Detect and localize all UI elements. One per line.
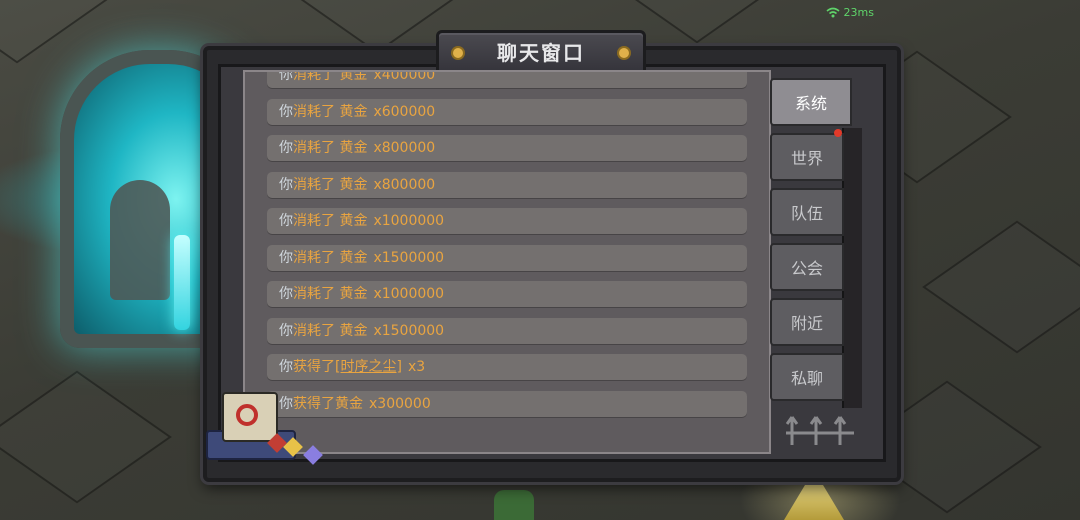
message-action: 消耗了 黄金 xyxy=(293,213,368,229)
statue xyxy=(110,180,170,300)
tab-label: 系统 xyxy=(794,94,827,113)
tab-channel[interactable]: 系统 xyxy=(770,78,852,126)
window-title: 聊天窗口 xyxy=(497,41,585,65)
tab-channel[interactable]: 私聊 xyxy=(770,353,844,401)
gold-dot-icon xyxy=(619,48,629,58)
message-quantity: x1500000 xyxy=(373,249,445,266)
item-link[interactable]: [时序之尘] xyxy=(335,359,402,375)
message-subject: 你 xyxy=(279,103,293,120)
tab-channel[interactable]: 队伍 xyxy=(770,188,844,236)
message-subject: 你 xyxy=(279,140,293,156)
chat-message: 你消耗了 黄金 x800000 xyxy=(267,135,747,161)
message-action: 消耗了 黄金 xyxy=(293,249,368,266)
tab-label: 私聊 xyxy=(790,369,823,388)
message-action: 消耗了 黄金 xyxy=(293,322,368,339)
emblem xyxy=(236,404,258,426)
message-action: 消耗了 黄金 xyxy=(293,70,368,83)
message-quantity: x800000 xyxy=(373,176,436,193)
message-action: 获得了 xyxy=(293,359,335,375)
message-subject: 你 xyxy=(279,286,293,302)
message-action: 消耗了 黄金 xyxy=(293,140,368,156)
message-quantity: x3 xyxy=(407,359,426,375)
tab-rail xyxy=(842,128,862,408)
chat-message: 你消耗了 黄金 x400000 xyxy=(267,70,747,88)
tab-channel[interactable]: 附近 xyxy=(770,298,844,346)
tab-label: 队伍 xyxy=(790,204,823,223)
chat-message: 你消耗了 黄金 x1000000 xyxy=(267,281,747,307)
tab-channel[interactable]: 公会 xyxy=(770,243,844,291)
message-quantity: x600000 xyxy=(373,103,436,120)
tab-label: 世界 xyxy=(790,149,823,168)
notification-dot-icon xyxy=(834,129,842,137)
message-quantity: x400000 xyxy=(373,70,436,83)
chat-message: 你消耗了 黄金 x600000 xyxy=(267,98,747,125)
message-subject: 你 xyxy=(279,322,293,339)
message-subject: 你 xyxy=(279,176,293,193)
chat-message: 你消耗了 黄金 x1000000 xyxy=(267,208,747,234)
tab-channel[interactable]: 世界 xyxy=(770,129,844,181)
chat-message: 你消耗了 黄金 x800000 xyxy=(267,171,747,198)
message-subject: 你 xyxy=(279,249,293,266)
message-list: 你消耗了 黄金 x400000 你消耗了 黄金 x600000 你消耗了 黄金 x8000… xyxy=(245,70,769,427)
ping-value: 23ms xyxy=(843,6,874,19)
message-action: 消耗了 黄金 xyxy=(293,176,368,193)
floor-tile xyxy=(0,370,172,504)
tab-label: 公会 xyxy=(790,259,823,278)
chat-message: 你获得了黄金 x300000 xyxy=(267,390,747,417)
message-panel[interactable]: 你消耗了 黄金 x400000 你消耗了 黄金 x600000 你消耗了 黄金 x8000… xyxy=(243,70,771,454)
chat-message: 你消耗了 黄金 x1500000 xyxy=(267,244,747,271)
tab-label: 附近 xyxy=(790,314,823,333)
floor-tile xyxy=(922,220,1080,354)
crystal xyxy=(174,235,190,330)
message-quantity: x1500000 xyxy=(373,322,445,339)
message-quantity: x300000 xyxy=(369,395,431,412)
message-subject: 你 xyxy=(279,213,293,229)
arrows-icon xyxy=(785,405,856,449)
chat-message: 你获得了[时序之尘] x3 xyxy=(267,354,747,380)
message-quantity: x800000 xyxy=(373,140,436,156)
chat-message: 你消耗了 黄金 x1500000 xyxy=(267,317,747,344)
plant xyxy=(494,490,534,520)
message-subject: 你 xyxy=(279,359,293,375)
message-quantity: x1000000 xyxy=(373,286,445,302)
floor-tile xyxy=(0,0,112,64)
message-action: 获得了黄金 xyxy=(293,395,363,412)
message-action: 消耗了 黄金 xyxy=(293,103,368,120)
message-subject: 你 xyxy=(279,395,293,412)
wifi-icon xyxy=(826,6,844,19)
message-quantity: x1000000 xyxy=(373,213,445,229)
gold-dot-icon xyxy=(453,48,463,58)
network-status: 23ms xyxy=(826,6,874,19)
message-subject: 你 xyxy=(279,70,293,83)
message-action: 消耗了 黄金 xyxy=(293,286,368,302)
